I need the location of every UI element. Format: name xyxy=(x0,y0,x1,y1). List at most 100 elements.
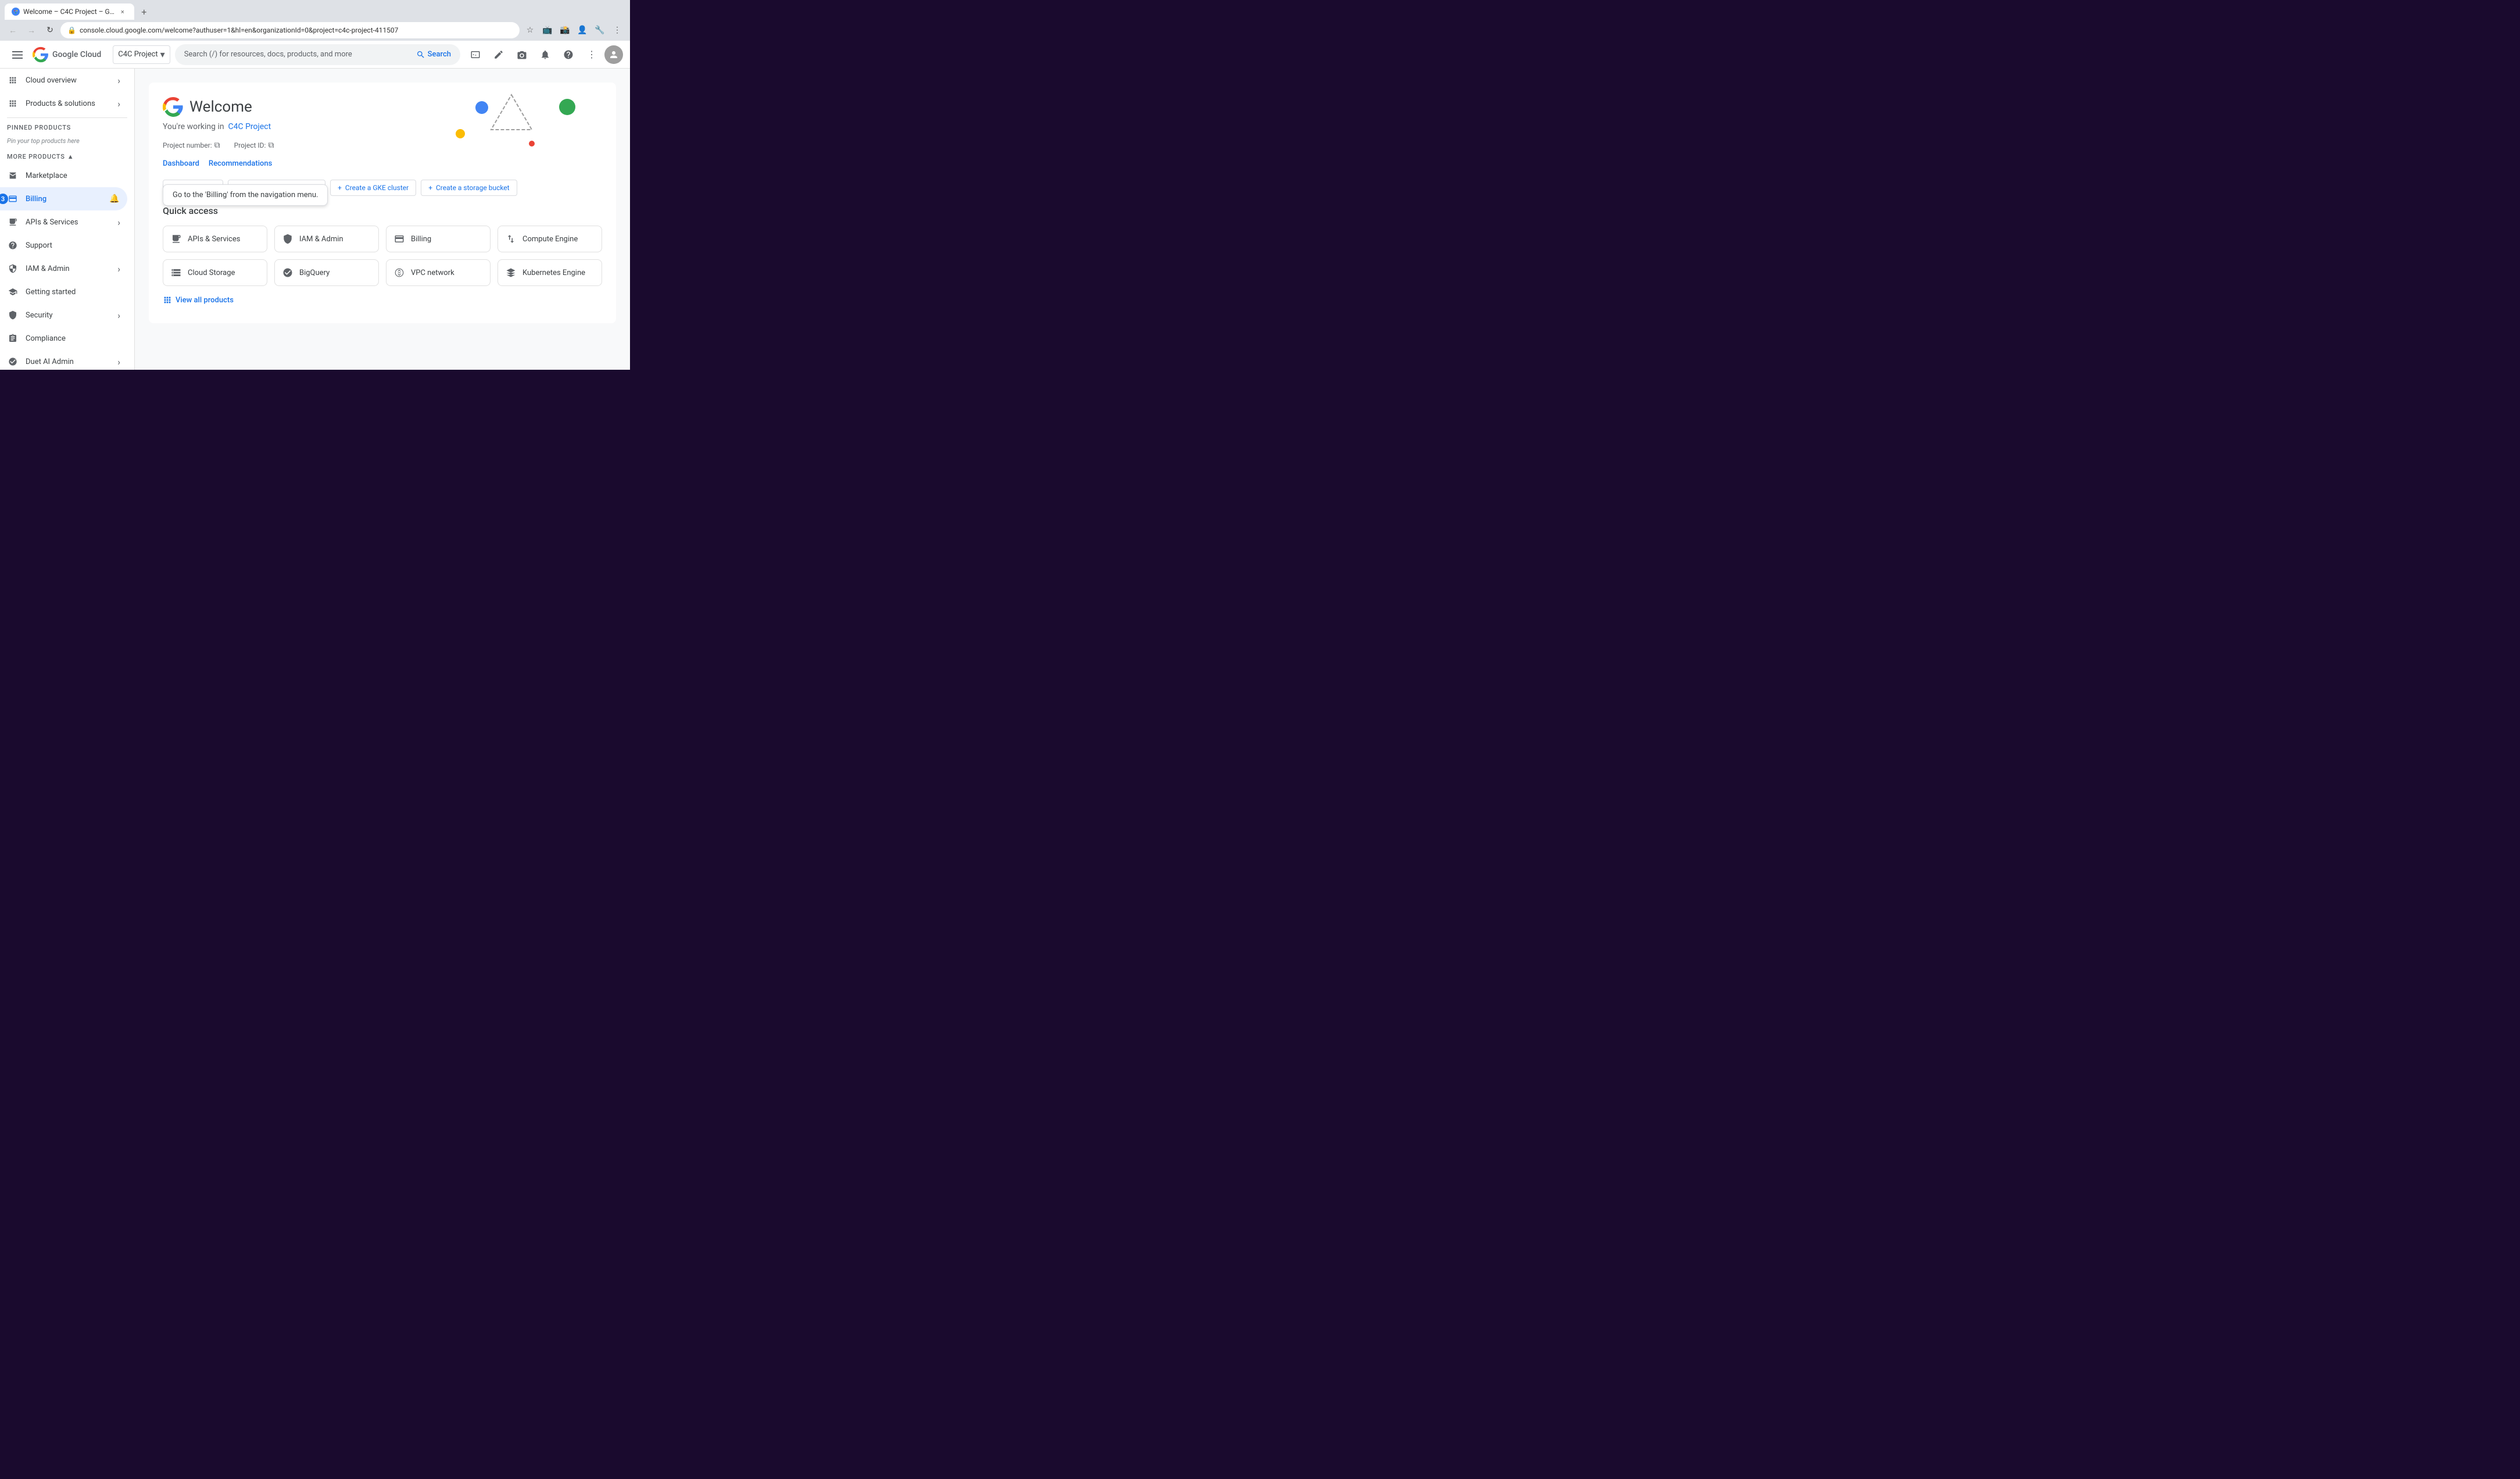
sidebar-item-compliance[interactable]: Compliance 🔔 xyxy=(0,327,127,350)
create-gke-btn[interactable]: + Create a GKE cluster xyxy=(330,180,416,196)
qa-iam-icon xyxy=(282,233,293,245)
billing-bell[interactable]: 🔔 xyxy=(109,193,120,205)
cast-btn[interactable]: 📺 xyxy=(539,22,556,38)
products-solutions-chevron: › xyxy=(117,98,120,109)
search-button[interactable]: Search xyxy=(416,50,451,59)
security-label: Security xyxy=(26,311,92,320)
project-name-link[interactable]: C4C Project xyxy=(228,122,271,131)
dashboard-links: Dashboard Recommendations xyxy=(163,159,602,168)
address-text: console.cloud.google.com/welcome?authuse… xyxy=(80,26,513,34)
apis-services-icon xyxy=(7,216,19,228)
project-info-row: Project number: ⧉ Project ID: ⧉ xyxy=(163,141,602,150)
sidebar-item-apis-services[interactable]: APIs & Services 🔔 › xyxy=(0,210,127,234)
compliance-icon xyxy=(7,333,19,344)
sidebar-item-support[interactable]: Support 🔔 xyxy=(0,234,127,257)
duet-ai-bell[interactable]: 🔔 xyxy=(99,356,110,367)
profile-btn[interactable]: 👤 xyxy=(574,22,590,38)
compliance-label: Compliance xyxy=(26,334,102,343)
pinned-products-header[interactable]: PINNED PRODUCTS xyxy=(0,120,134,135)
getting-started-bell[interactable]: 🔔 xyxy=(109,286,120,298)
view-all-icon xyxy=(163,295,172,305)
sidebar-item-marketplace[interactable]: Marketplace 🔔 xyxy=(0,164,127,187)
help-btn[interactable] xyxy=(558,44,579,65)
tab-bar: Welcome – C4C Project – G… × + xyxy=(0,0,630,20)
sidebar-item-billing[interactable]: 3 Billing 🔔 xyxy=(0,187,127,210)
copy-project-id[interactable]: ⧉ xyxy=(268,141,274,150)
qa-cloud-storage[interactable]: Cloud Storage xyxy=(163,259,267,286)
cloud-shell-btn[interactable] xyxy=(465,44,486,65)
extension-btn[interactable]: 🔧 xyxy=(592,22,608,38)
project-id-item: Project ID: ⧉ xyxy=(234,141,274,150)
create-storage-icon: + xyxy=(428,184,432,192)
sidebar-item-duet-ai-admin[interactable]: Duet AI Admin 🔔 › xyxy=(0,350,127,370)
bookmark-btn[interactable]: ☆ xyxy=(522,22,538,38)
new-tab-button[interactable]: + xyxy=(137,4,152,19)
screenshot-btn[interactable]: 📸 xyxy=(557,22,573,38)
active-tab[interactable]: Welcome – C4C Project – G… × xyxy=(5,3,134,20)
back-button[interactable]: ← xyxy=(5,22,21,38)
sidebar-item-products-solutions[interactable]: Products & solutions › xyxy=(0,92,127,115)
iam-bell[interactable]: 🔔 xyxy=(99,263,110,274)
cloud-overview-chevron: › xyxy=(117,75,120,86)
welcome-title: Welcome xyxy=(189,98,252,116)
sidebar-item-security[interactable]: Security 🔔 › xyxy=(0,303,127,327)
cloud-overview-icon xyxy=(7,74,19,86)
project-selector[interactable]: C4C Project ▾ xyxy=(113,45,170,64)
qa-kubernetes-icon xyxy=(505,267,517,278)
menu-button[interactable] xyxy=(7,44,28,65)
dashboard-link[interactable]: Dashboard xyxy=(163,159,199,168)
qa-bigquery[interactable]: BigQuery xyxy=(274,259,379,286)
marketplace-icon xyxy=(7,170,19,181)
sidebar-item-iam-admin[interactable]: IAM & Admin 🔔 › xyxy=(0,257,127,280)
products-solutions-icon xyxy=(7,98,19,109)
qa-vpc-label: VPC network xyxy=(411,269,454,277)
sidebar-item-cloud-overview[interactable]: Cloud overview › xyxy=(0,69,127,92)
more-products-toggle[interactable]: MORE PRODUCTS ▲ xyxy=(0,149,134,164)
qa-storage-label: Cloud Storage xyxy=(188,269,235,277)
marketplace-label: Marketplace xyxy=(26,172,102,180)
apis-chevron: › xyxy=(117,217,120,228)
qa-apis-services[interactable]: APIs & Services xyxy=(163,226,267,252)
project-number-label: Project number: xyxy=(163,141,212,149)
welcome-subtitle: You're working in C4C Project xyxy=(163,122,602,131)
support-bell[interactable]: 🔔 xyxy=(109,240,120,251)
refresh-button[interactable]: ↻ xyxy=(42,22,58,38)
notifications-btn[interactable] xyxy=(535,44,556,65)
tab-close-btn[interactable]: × xyxy=(118,7,127,16)
billing-tooltip: Go to the 'Billing' from the navigation … xyxy=(163,184,328,206)
user-avatar[interactable] xyxy=(604,45,623,64)
marketplace-bell[interactable]: 🔔 xyxy=(109,170,120,181)
address-bar[interactable]: 🔒 console.cloud.google.com/welcome?authu… xyxy=(60,22,520,38)
qa-apis-label: APIs & Services xyxy=(188,235,240,244)
screenshots-btn[interactable] xyxy=(511,44,532,65)
search-bar[interactable]: Search (/) for resources, docs, products… xyxy=(175,44,460,65)
more-btn[interactable]: ⋮ xyxy=(609,22,625,38)
qa-billing-icon xyxy=(393,233,405,245)
apis-bell[interactable]: 🔔 xyxy=(99,216,110,228)
compliance-bell[interactable]: 🔔 xyxy=(109,333,120,344)
copy-project-number[interactable]: ⧉ xyxy=(214,141,220,150)
cloud-shell-editor-btn[interactable] xyxy=(488,44,509,65)
qa-compute-engine[interactable]: Compute Engine xyxy=(497,226,602,252)
billing-icon xyxy=(7,193,19,205)
welcome-area: Welcome You're working in C4C Project Pr… xyxy=(149,83,616,323)
qa-billing[interactable]: Billing xyxy=(386,226,491,252)
sidebar-item-getting-started[interactable]: Getting started 🔔 xyxy=(0,280,127,303)
view-all-label: View all products xyxy=(176,296,234,305)
create-storage-btn[interactable]: + Create a storage bucket xyxy=(421,180,517,196)
decorative-shapes xyxy=(336,83,616,323)
view-all-products-btn[interactable]: View all products xyxy=(163,291,602,309)
quick-access-grid: APIs & Services IAM & Admin xyxy=(163,226,602,286)
qa-vpc-network[interactable]: VPC network xyxy=(386,259,491,286)
working-in-text: You're working in xyxy=(163,122,224,131)
tooltip-text: Go to the 'Billing' from the navigation … xyxy=(173,191,318,199)
qa-kubernetes-engine[interactable]: Kubernetes Engine xyxy=(497,259,602,286)
tab-favicon xyxy=(12,8,20,16)
more-options-btn[interactable]: ⋮ xyxy=(581,44,602,65)
security-bell[interactable]: 🔔 xyxy=(99,309,110,321)
security-icon xyxy=(7,309,19,321)
recommendations-link[interactable]: Recommendations xyxy=(209,159,272,168)
qa-iam-admin[interactable]: IAM & Admin xyxy=(274,226,379,252)
forward-button[interactable]: → xyxy=(23,22,40,38)
project-number-item: Project number: ⧉ xyxy=(163,141,220,150)
